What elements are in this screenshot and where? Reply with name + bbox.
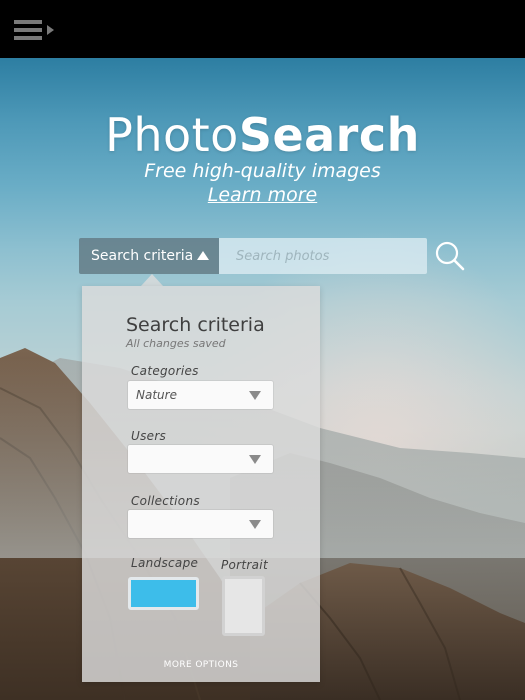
chevron-down-icon	[249, 520, 261, 529]
portrait-option[interactable]	[222, 576, 265, 636]
save-status: All changes saved	[126, 337, 226, 350]
menu-icon[interactable]	[14, 20, 58, 44]
panel-pointer	[141, 274, 163, 286]
users-label: Users	[131, 429, 167, 443]
search-criteria-button[interactable]: Search criteria	[79, 238, 219, 274]
more-options-link[interactable]: MORE OPTIONS	[82, 660, 320, 670]
app-title-light: Photo	[105, 108, 239, 162]
landscape-option[interactable]	[128, 577, 199, 610]
learn-more-link[interactable]: Learn more	[208, 184, 317, 206]
users-select[interactable]	[128, 445, 273, 473]
collections-select[interactable]	[128, 510, 273, 538]
portrait-label: Portrait	[221, 558, 268, 572]
app-title: PhotoSearch	[0, 108, 525, 162]
landscape-label: Landscape	[131, 556, 199, 570]
app-subtitle: Free high-quality images	[144, 160, 381, 182]
panel-title: Search criteria	[126, 314, 265, 336]
chevron-down-icon	[249, 455, 261, 464]
search-input[interactable]	[219, 238, 427, 274]
search-criteria-label: Search criteria	[91, 248, 194, 264]
learn-more-wrapper: Learn more	[0, 184, 525, 206]
search-criteria-panel: Search criteria All changes saved Catego…	[82, 286, 320, 682]
app-title-bold: Search	[238, 108, 420, 162]
collections-label: Collections	[131, 494, 200, 508]
chevron-down-icon	[249, 391, 261, 400]
categories-value: Nature	[136, 388, 177, 402]
categories-select[interactable]: Nature	[128, 381, 273, 409]
caret-up-icon	[197, 251, 209, 260]
categories-label: Categories	[131, 364, 199, 378]
top-bar	[0, 0, 525, 58]
search-icon[interactable]	[434, 240, 466, 272]
